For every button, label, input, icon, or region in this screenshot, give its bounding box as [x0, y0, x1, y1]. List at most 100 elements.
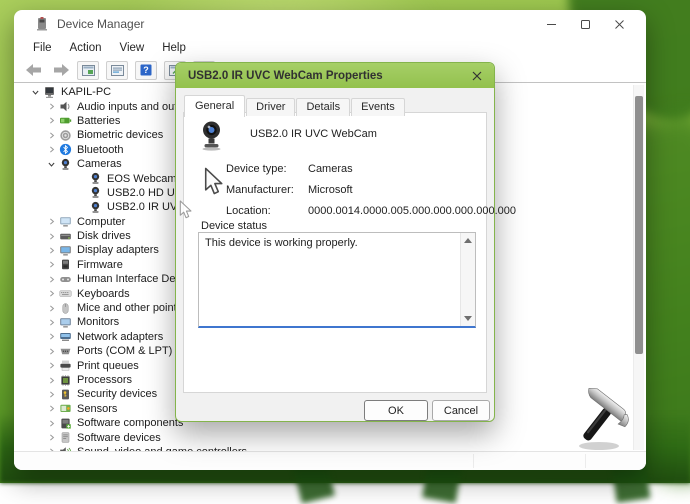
export-list-icon[interactable] — [106, 61, 128, 80]
chevron-right-icon[interactable] — [45, 302, 58, 314]
chevron-spacer — [75, 201, 88, 213]
chevron-right-icon[interactable] — [45, 244, 58, 256]
console-tree-icon[interactable] — [77, 61, 99, 80]
firmware-icon — [59, 258, 72, 271]
webcam-properties-dialog: USB2.0 IR UVC WebCam Properties General … — [175, 62, 495, 422]
chevron-right-icon[interactable] — [45, 331, 58, 343]
menu-action[interactable]: Action — [61, 40, 111, 56]
statusbar-divider — [585, 454, 586, 468]
window-title: Device Manager — [57, 17, 144, 31]
tab-events[interactable]: Events — [351, 98, 405, 116]
maximize-button[interactable] — [568, 12, 602, 36]
help-icon[interactable]: ? — [135, 61, 157, 80]
dialog-close-icon[interactable] — [468, 67, 485, 84]
secondary-cursor-icon — [179, 200, 194, 220]
status-scrollbar[interactable] — [460, 233, 475, 326]
chevron-spacer — [75, 173, 88, 185]
tree-item-label: Batteries — [77, 115, 120, 127]
dialog-title: USB2.0 IR UVC WebCam Properties — [188, 70, 383, 82]
close-button[interactable] — [602, 12, 636, 36]
tree-item-label: Software devices — [77, 432, 161, 444]
chevron-right-icon[interactable] — [45, 144, 58, 156]
tab-driver[interactable]: Driver — [246, 98, 295, 116]
chevron-right-icon[interactable] — [45, 101, 58, 113]
window-titlebar[interactable]: Device Manager — [14, 10, 646, 38]
network-icon — [59, 330, 72, 343]
chevron-right-icon[interactable] — [45, 288, 58, 300]
chevron-right-icon[interactable] — [45, 432, 58, 444]
scroll-down-icon[interactable] — [464, 316, 472, 321]
tree-item-label: Ports (COM & LPT) — [77, 345, 172, 357]
device-status-textbox[interactable]: This device is working properly. — [198, 232, 476, 328]
field-value: Microsoft — [308, 184, 353, 196]
ports-icon — [59, 345, 72, 358]
chevron-right-icon[interactable] — [45, 259, 58, 271]
tree-item-label: Security devices — [77, 388, 157, 400]
softcomp-icon — [59, 417, 72, 430]
scroll-up-icon[interactable] — [464, 238, 472, 243]
field-row: Location: 0000.0014.0000.005.000.000.000… — [226, 200, 516, 221]
device-status-text: This device is working properly. — [205, 237, 358, 249]
audio-icon — [59, 100, 72, 113]
webcam-icon — [198, 120, 225, 151]
tree-item-label: Bluetooth — [77, 144, 123, 156]
computer-icon — [59, 215, 72, 228]
tab-details[interactable]: Details — [296, 98, 350, 116]
chevron-right-icon[interactable] — [45, 273, 58, 285]
status-bar — [14, 451, 646, 470]
minimize-button[interactable] — [534, 12, 568, 36]
biometric-icon — [59, 129, 72, 142]
menu-help[interactable]: Help — [153, 40, 195, 56]
display-icon — [59, 244, 72, 257]
bluetooth-icon — [59, 143, 72, 156]
chevron-down-icon[interactable] — [45, 158, 58, 170]
tree-item-label: Processors — [77, 374, 132, 386]
chevron-right-icon[interactable] — [45, 129, 58, 141]
device-status-group-label: Device status — [201, 220, 267, 232]
field-value: Cameras — [308, 163, 353, 175]
device-info-fields: Device type: Cameras Manufacturer: Micro… — [226, 158, 516, 221]
tree-item-label: Disk drives — [77, 230, 131, 242]
chevron-right-icon[interactable] — [45, 388, 58, 400]
menu-file[interactable]: File — [24, 40, 61, 56]
chevron-down-icon[interactable] — [29, 86, 42, 98]
chevron-right-icon[interactable] — [45, 345, 58, 357]
field-row: Device type: Cameras — [226, 158, 516, 179]
general-tab-panel: USB2.0 IR UVC WebCam Device type: Camera… — [183, 112, 487, 393]
ok-button[interactable]: OK — [364, 400, 428, 421]
tree-item-label: Firmware — [77, 259, 123, 271]
dialog-titlebar[interactable]: USB2.0 IR UVC WebCam Properties — [176, 63, 494, 88]
menu-view[interactable]: View — [111, 40, 154, 56]
scrollbar-thumb[interactable] — [635, 96, 643, 354]
tree-item[interactable]: Software devices — [14, 430, 632, 444]
chevron-right-icon[interactable] — [45, 316, 58, 328]
forward-icon[interactable] — [53, 63, 70, 77]
chevron-right-icon[interactable] — [45, 230, 58, 242]
cancel-button[interactable]: Cancel — [432, 400, 490, 421]
monitor-icon — [59, 316, 72, 329]
tab-general[interactable]: General — [184, 95, 245, 117]
back-icon[interactable] — [25, 63, 42, 77]
tree-item-label: Display adapters — [77, 244, 159, 256]
tree-item-label: Network adapters — [77, 331, 163, 343]
chevron-right-icon[interactable] — [45, 403, 58, 415]
security-icon — [59, 388, 72, 401]
tree-item-label: Monitors — [77, 316, 119, 328]
hid-icon — [59, 273, 72, 286]
chevron-right-icon[interactable] — [45, 216, 58, 228]
camera-icon — [59, 158, 72, 171]
camera-icon — [89, 201, 102, 214]
field-value: 0000.0014.0000.005.000.000.000.000.000 — [308, 205, 516, 217]
disk-icon — [59, 230, 72, 243]
sensor-icon — [59, 402, 72, 415]
tree-item-label: Sensors — [77, 403, 117, 415]
printer-icon — [59, 359, 72, 372]
device-name: USB2.0 IR UVC WebCam — [250, 128, 377, 140]
chevron-right-icon[interactable] — [45, 115, 58, 127]
menu-bar: File Action View Help — [14, 38, 646, 58]
field-row: Manufacturer: Microsoft — [226, 179, 516, 200]
chevron-spacer — [75, 187, 88, 199]
chevron-right-icon[interactable] — [45, 417, 58, 429]
chevron-right-icon[interactable] — [45, 374, 58, 386]
chevron-right-icon[interactable] — [45, 360, 58, 372]
